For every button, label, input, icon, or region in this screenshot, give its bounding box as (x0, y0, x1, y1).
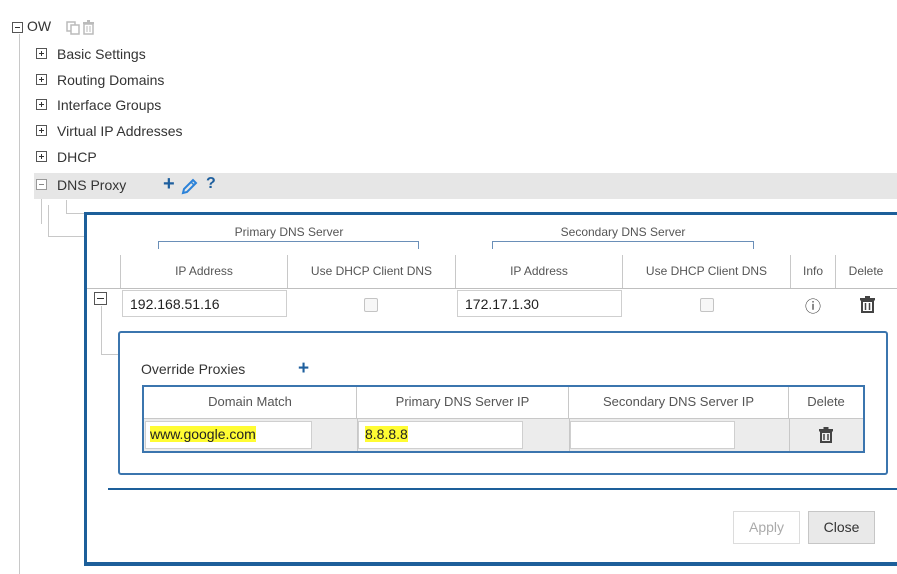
tree-item-interface-groups[interactable]: Interface Groups (57, 97, 161, 113)
footer-divider (108, 488, 897, 490)
override-primary-ip-value: 8.8.8.8 (365, 426, 408, 442)
col-secondary-ip-address: IP Address (510, 264, 568, 278)
delete-override-icon[interactable] (819, 427, 833, 443)
tree-line (101, 354, 118, 355)
trash-icon[interactable] (82, 20, 95, 35)
col-info: Info (802, 264, 823, 278)
collapse-row-toggle[interactable] (94, 292, 107, 305)
close-button[interactable]: Close (808, 511, 875, 544)
primary-dns-group-label: Primary DNS Server (234, 225, 344, 239)
add-icon[interactable]: + (163, 173, 175, 196)
tree-item-virtual-ip-addresses[interactable]: Virtual IP Addresses (57, 123, 183, 139)
tree-item-dns-proxy[interactable]: DNS Proxy (57, 177, 126, 193)
copy-icon[interactable] (66, 21, 80, 35)
collapse-dns-proxy-toggle[interactable] (36, 179, 47, 190)
col-primary-use-dhcp: Use DHCP Client DNS (310, 264, 433, 278)
tree-item-routing-domains[interactable]: Routing Domains (57, 72, 164, 88)
expand-routing-domains-toggle[interactable] (36, 74, 47, 85)
tree-item-basic-settings[interactable]: Basic Settings (57, 46, 146, 62)
help-icon[interactable]: ? (206, 175, 216, 193)
edit-pencil-icon[interactable] (181, 178, 199, 195)
root-label: OW (27, 18, 52, 34)
override-table: Domain Match Primary DNS Server IP Secon… (142, 385, 865, 453)
root-collapse-toggle[interactable] (12, 22, 23, 33)
secondary-ip-input[interactable]: 172.17.1.30 (457, 290, 622, 317)
col-primary-dns-server-ip: Primary DNS Server IP (357, 387, 569, 418)
tree-line (48, 236, 84, 237)
apply-button[interactable]: Apply (733, 511, 800, 544)
expand-dhcp-toggle[interactable] (36, 151, 47, 162)
tree-line (66, 213, 84, 214)
col-secondary-use-dhcp: Use DHCP Client DNS (645, 264, 768, 278)
tree-line (66, 200, 67, 214)
delete-row-icon[interactable] (860, 296, 875, 313)
tree-line (101, 306, 102, 355)
header-divider (87, 288, 897, 289)
primary-ip-input[interactable]: 192.168.51.16 (122, 290, 287, 317)
expand-interface-groups-toggle[interactable] (36, 99, 47, 110)
col-delete: Delete (848, 264, 884, 278)
primary-use-dhcp-checkbox[interactable] (364, 298, 378, 312)
expand-virtual-ip-toggle[interactable] (36, 125, 47, 136)
secondary-dns-group-label: Secondary DNS Server (560, 225, 686, 239)
col-primary-ip-address: IP Address (175, 264, 233, 278)
col-override-delete: Delete (807, 394, 845, 409)
add-override-icon[interactable]: + (298, 358, 309, 380)
tree-line (48, 205, 49, 237)
col-domain-match: Domain Match (144, 387, 357, 418)
column-divider (789, 419, 790, 451)
domain-match-value: www.google.com (150, 426, 256, 442)
override-proxies-title: Override Proxies (141, 361, 246, 377)
expand-basic-settings-toggle[interactable] (36, 48, 47, 59)
tree-line (19, 34, 20, 574)
tree-item-dhcp[interactable]: DHCP (57, 149, 97, 165)
info-icon[interactable]: ⓘ (805, 293, 821, 317)
secondary-use-dhcp-checkbox[interactable] (700, 298, 714, 312)
override-proxies-panel: Override Proxies + Domain Match Primary … (118, 331, 888, 475)
col-secondary-dns-server-ip: Secondary DNS Server IP (569, 387, 789, 418)
domain-match-input[interactable]: www.google.com (145, 421, 312, 449)
override-secondary-ip-input[interactable] (570, 421, 735, 449)
primary-dns-bracket (158, 241, 419, 249)
override-primary-ip-input[interactable]: 8.8.8.8 (358, 421, 523, 449)
secondary-dns-bracket (492, 241, 754, 249)
